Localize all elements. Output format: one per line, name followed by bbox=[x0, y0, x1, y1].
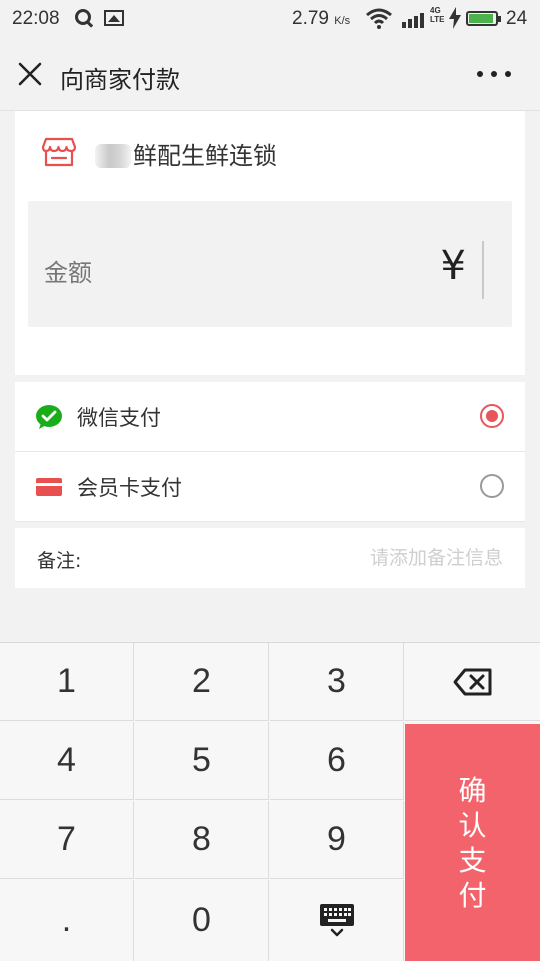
battery-level: 24 bbox=[506, 8, 528, 29]
nav-bar: 向商家付款 bbox=[0, 38, 540, 111]
key-8[interactable]: 8 bbox=[135, 801, 269, 879]
key-3[interactable]: 3 bbox=[270, 643, 404, 721]
network-type-label: 4G bbox=[430, 6, 441, 15]
key-decimal[interactable]: . bbox=[0, 880, 134, 961]
network-speed-unit: K/s bbox=[334, 15, 351, 27]
currency-symbol: ¥ bbox=[440, 243, 466, 289]
key-1[interactable]: 1 bbox=[0, 643, 134, 721]
blurred-name-prefix bbox=[95, 144, 131, 168]
notification-q-icon bbox=[75, 9, 91, 25]
network-speed-value: 2.79 bbox=[292, 8, 329, 29]
numeric-keypad: 1 2 3 4 5 6 7 8 9 . 0 确认支付 bbox=[0, 642, 540, 961]
text-cursor bbox=[482, 241, 484, 299]
page-title: 向商家付款 bbox=[60, 66, 180, 94]
key-7[interactable]: 7 bbox=[0, 801, 134, 879]
payment-option-member-card[interactable]: 会员卡支付 bbox=[15, 452, 525, 522]
key-2[interactable]: 2 bbox=[135, 643, 269, 721]
confirm-payment-label: 确认支付 bbox=[458, 773, 487, 912]
payment-option-label: 会员卡支付 bbox=[77, 476, 182, 500]
charging-icon bbox=[449, 7, 461, 29]
network-speed: 2.79 K/s bbox=[292, 8, 350, 30]
network-sub-label: LTE bbox=[430, 15, 445, 24]
key-5[interactable]: 5 bbox=[135, 722, 269, 800]
network-type: 4G LTE bbox=[430, 6, 445, 24]
key-4[interactable]: 4 bbox=[0, 722, 134, 800]
signal-icon bbox=[402, 13, 424, 28]
key-9[interactable]: 9 bbox=[270, 801, 404, 879]
member-card-icon bbox=[36, 478, 62, 496]
remark-input[interactable] bbox=[261, 540, 505, 576]
payment-option-label: 微信支付 bbox=[77, 406, 161, 430]
keyboard-hide-icon bbox=[319, 903, 354, 936]
payment-option-wechat[interactable]: 微信支付 bbox=[15, 382, 525, 452]
merchant-name: 鲜配生鲜连锁 bbox=[95, 136, 277, 171]
more-options-icon[interactable] bbox=[474, 60, 514, 88]
radio-unselected[interactable] bbox=[480, 474, 504, 498]
status-bar: 22:08 2.79 K/s 4G LTE 24 bbox=[0, 0, 540, 38]
radio-selected[interactable] bbox=[480, 404, 504, 428]
wifi-icon bbox=[366, 8, 392, 29]
battery-icon bbox=[466, 11, 501, 26]
backspace-key[interactable] bbox=[405, 643, 540, 721]
backspace-icon bbox=[453, 668, 491, 695]
payment-method-list: 微信支付 会员卡支付 bbox=[15, 382, 525, 522]
merchant-name-text: 鲜配生鲜连锁 bbox=[133, 142, 277, 170]
amount-label: 金额 bbox=[44, 259, 92, 287]
status-time: 22:08 bbox=[12, 8, 60, 29]
remark-row: 备注: bbox=[15, 528, 525, 588]
shop-icon bbox=[41, 137, 77, 167]
merchant-card: 鲜配生鲜连锁 金额 ¥ bbox=[15, 111, 525, 375]
amount-input[interactable]: 金额 ¥ bbox=[28, 201, 512, 327]
key-0[interactable]: 0 bbox=[135, 880, 269, 961]
wechat-pay-icon bbox=[36, 405, 62, 429]
key-6[interactable]: 6 bbox=[270, 722, 404, 800]
notification-image-icon bbox=[104, 10, 124, 26]
confirm-payment-button[interactable]: 确认支付 bbox=[405, 724, 540, 961]
hide-keyboard-key[interactable] bbox=[270, 880, 404, 961]
close-icon[interactable] bbox=[16, 60, 44, 88]
remark-label: 备注: bbox=[37, 550, 82, 572]
